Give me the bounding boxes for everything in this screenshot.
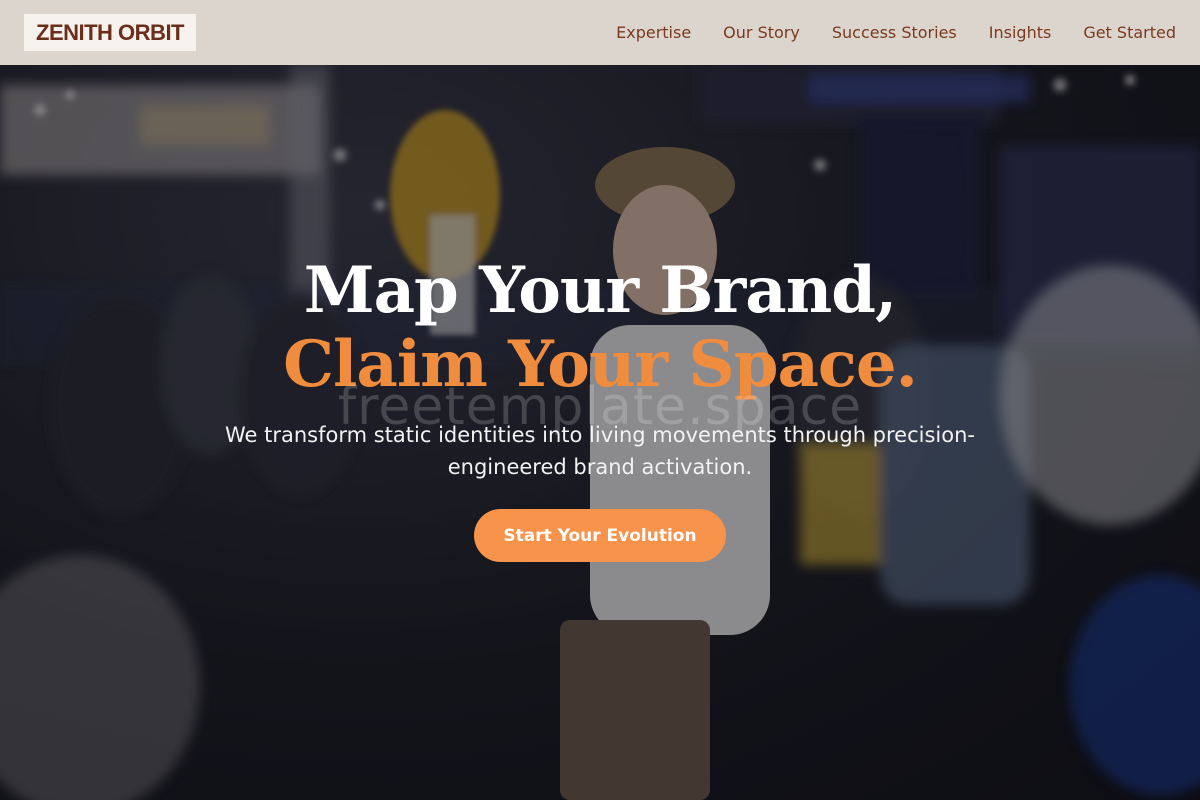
nav-link-insights[interactable]: Insights: [989, 23, 1052, 42]
nav-link-our-story[interactable]: Our Story: [723, 23, 800, 42]
main-nav: Expertise Our Story Success Stories Insi…: [616, 23, 1176, 42]
nav-link-get-started[interactable]: Get Started: [1083, 23, 1176, 42]
hero-section: Map Your Brand, Claim Your Space. freete…: [0, 65, 1200, 800]
nav-link-success-stories[interactable]: Success Stories: [832, 23, 957, 42]
start-evolution-button[interactable]: Start Your Evolution: [474, 509, 726, 562]
nav-link-expertise[interactable]: Expertise: [616, 23, 691, 42]
site-header: ZENITH ORBIT Expertise Our Story Success…: [0, 0, 1200, 65]
hero-headline-line1: Map Your Brand,: [303, 253, 898, 328]
hero-content: Map Your Brand, Claim Your Space. freete…: [0, 65, 1200, 800]
hero-subtext: We transform static identities into livi…: [225, 423, 975, 479]
logo[interactable]: ZENITH ORBIT: [24, 14, 196, 51]
